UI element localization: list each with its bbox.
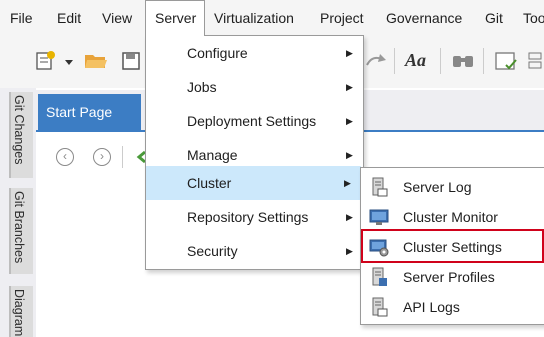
submenu-item-label: Server Profiles: [403, 269, 495, 285]
menu-item-label: Security: [187, 243, 238, 259]
menu-item-label: Cluster: [187, 175, 232, 191]
server-profiles-icon: [372, 267, 387, 286]
toolbar-separator: [483, 48, 484, 74]
menu-server[interactable]: Server: [145, 0, 205, 36]
menu-item-cluster[interactable]: Cluster ▶: [146, 166, 361, 200]
new-item-icon[interactable]: [35, 50, 57, 72]
menu-item-jobs[interactable]: Jobs ▶: [146, 70, 363, 104]
layout-icon[interactable]: [527, 51, 543, 73]
dropdown-arrow-icon[interactable]: [64, 57, 74, 67]
open-folder-icon[interactable]: [84, 51, 108, 71]
menu-item-configure[interactable]: Configure ▶: [146, 36, 363, 70]
chevron-right-icon: ▶: [344, 178, 351, 188]
toolbar-separator: [440, 48, 441, 74]
rail-tab-git-changes-label: Git Changes: [12, 95, 26, 165]
menu-item-label: Repository Settings: [187, 209, 309, 225]
back-icon[interactable]: ‹: [56, 148, 74, 166]
api-logs-icon: [372, 297, 388, 317]
menu-item-security[interactable]: Security ▶: [146, 234, 363, 268]
chevron-right-icon: ▶: [346, 246, 353, 256]
menu-item-label: Configure: [187, 45, 248, 61]
forward-icon[interactable]: ›: [93, 148, 111, 166]
font-button[interactable]: Aa: [405, 50, 426, 71]
save-icon[interactable]: [121, 51, 141, 71]
server-log-icon: [372, 177, 388, 197]
menu-item-deployment-settings[interactable]: Deployment Settings ▶: [146, 104, 363, 138]
rail-tab-git-branches-label: Git Branches: [12, 191, 26, 264]
submenu-item-api-logs[interactable]: API Logs: [361, 290, 544, 324]
nav-separator: [122, 146, 123, 168]
menu-tools[interactable]: Too: [523, 0, 544, 36]
menu-project[interactable]: Project: [320, 0, 364, 36]
submenu-item-server-profiles[interactable]: Server Profiles: [361, 260, 544, 294]
chevron-right-icon: ▶: [346, 48, 353, 58]
menu-item-label: Deployment Settings: [187, 113, 317, 129]
menu-bar: File Edit View Server Virtualization Pro…: [0, 0, 544, 36]
submenu-item-server-log[interactable]: Server Log: [361, 170, 544, 204]
selection-outline: [361, 229, 544, 263]
submenu-item-label: Server Log: [403, 179, 472, 195]
menu-governance[interactable]: Governance: [386, 0, 462, 36]
cluster-monitor-icon: [369, 209, 389, 225]
redo-icon[interactable]: [364, 51, 388, 71]
menu-virtualization[interactable]: Virtualization: [214, 0, 294, 36]
tab-start-page[interactable]: Start Page: [38, 94, 141, 130]
chevron-right-icon: ▶: [346, 82, 353, 92]
server-menu: Configure ▶ Jobs ▶ Deployment Settings ▶…: [145, 35, 364, 270]
menu-view[interactable]: View: [102, 0, 132, 36]
rail-tab-diagram-label: Diagram: [12, 289, 26, 337]
chevron-right-icon: ▶: [346, 212, 353, 222]
find-icon[interactable]: [451, 50, 475, 72]
menu-git[interactable]: Git: [485, 0, 503, 36]
window-check-icon[interactable]: [494, 51, 518, 73]
menu-item-label: Jobs: [187, 79, 217, 95]
chevron-right-icon: ▶: [346, 116, 353, 126]
toolbar-separator: [394, 48, 395, 74]
menu-file[interactable]: File: [10, 0, 33, 36]
submenu-item-label: API Logs: [403, 299, 460, 315]
menu-edit[interactable]: Edit: [57, 0, 81, 36]
menu-item-repository-settings[interactable]: Repository Settings ▶: [146, 200, 363, 234]
